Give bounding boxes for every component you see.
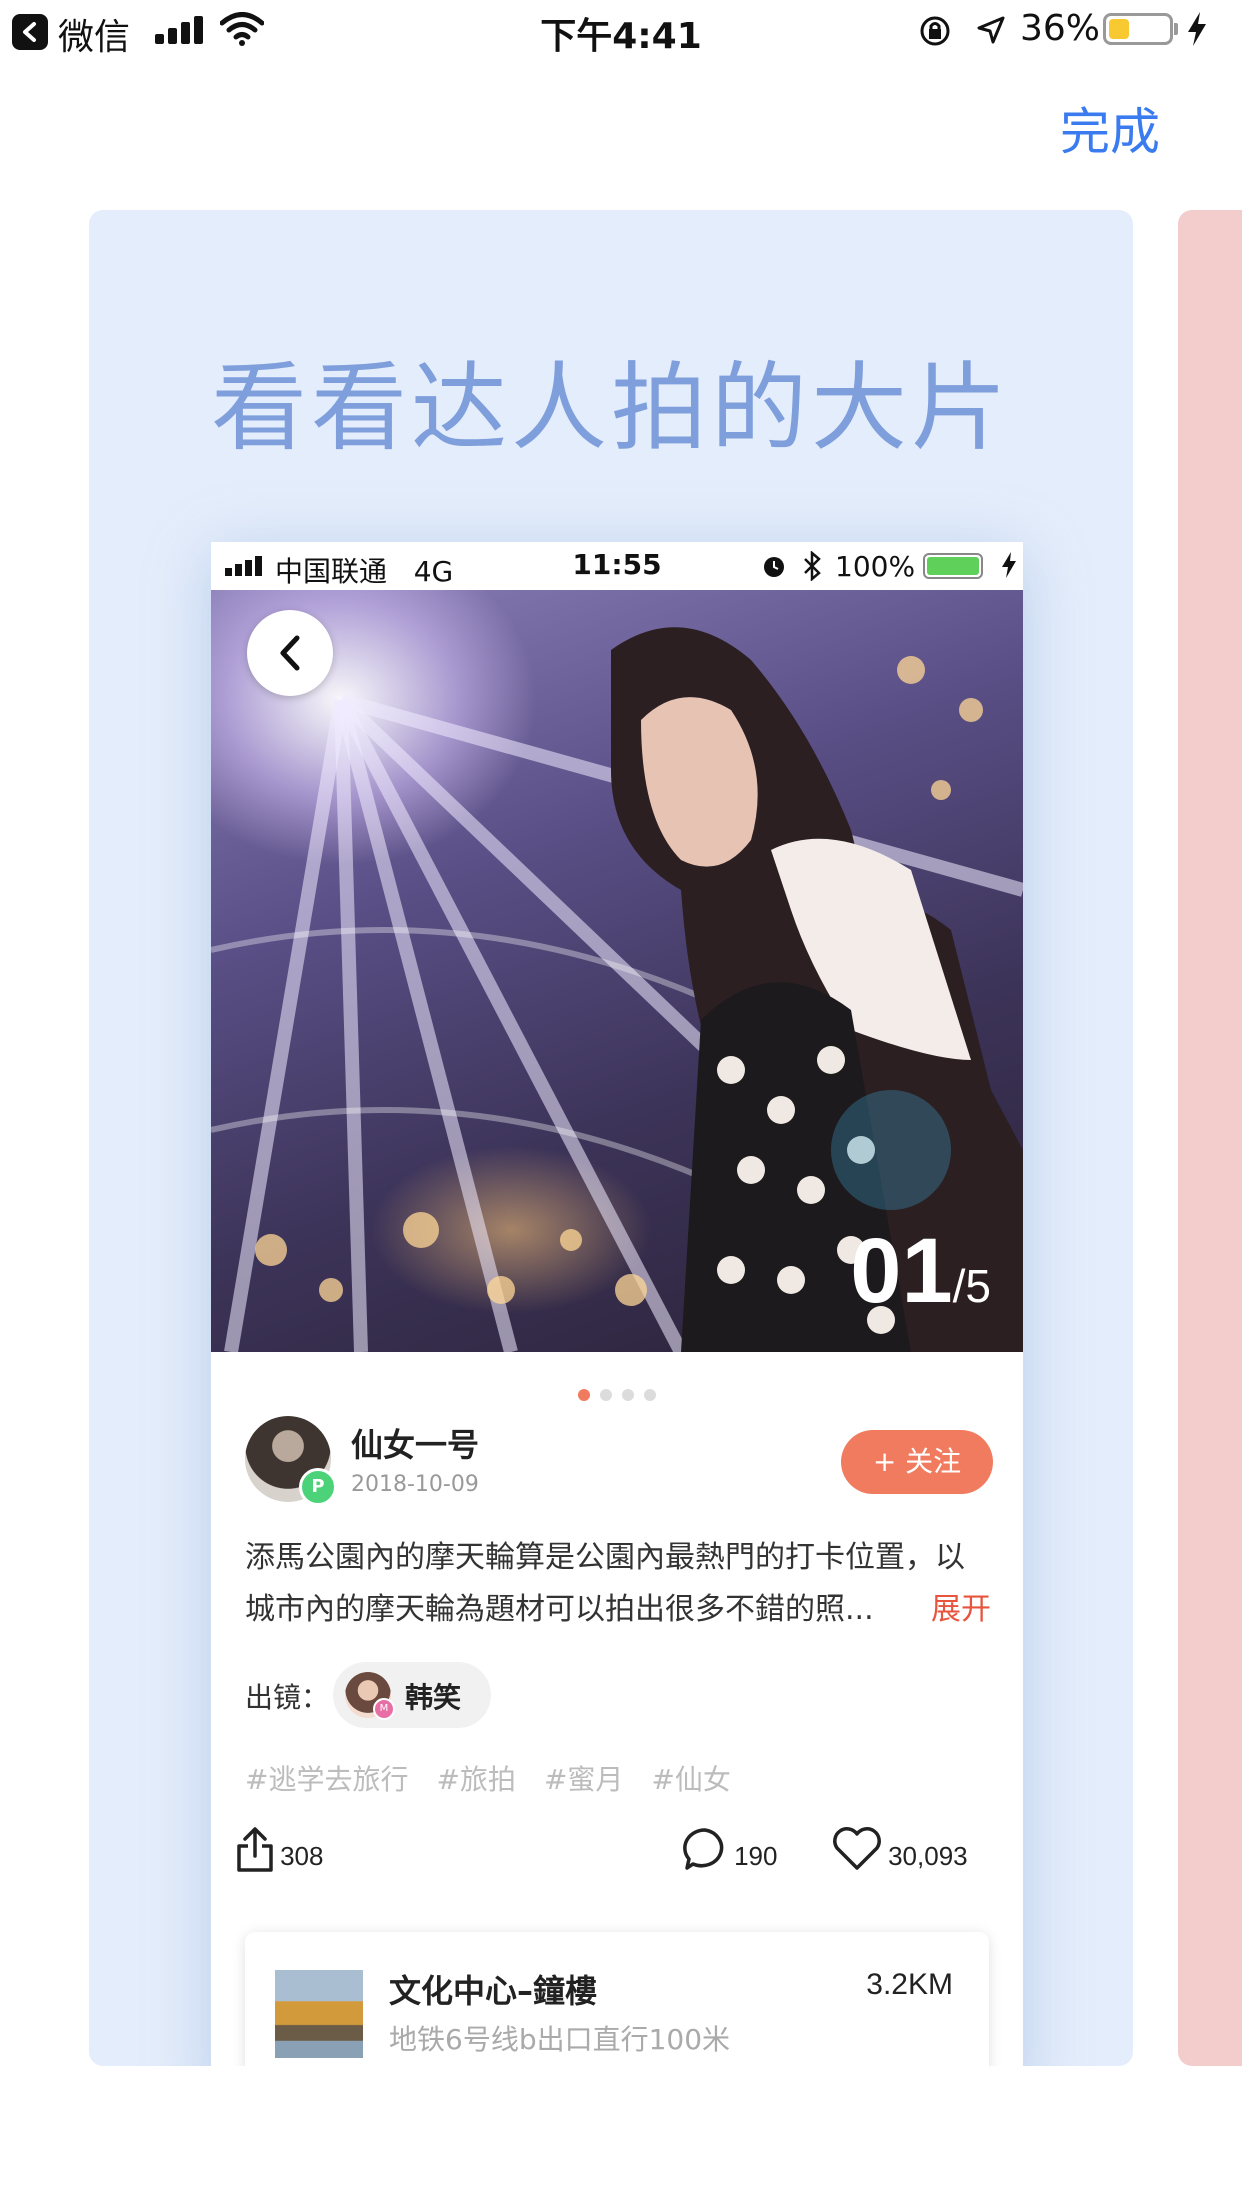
phone-battery-icon: [923, 553, 983, 579]
author-avatar[interactable]: P: [245, 1416, 337, 1506]
post-date: 2018-10-09: [351, 1472, 479, 1497]
post-photo[interactable]: 01/5: [211, 590, 1023, 1352]
charging-bolt-icon: [1188, 12, 1206, 46]
author-badge: P: [299, 1468, 337, 1506]
status-bar: 微信 下午4:41 36%: [0, 0, 1242, 62]
appearance-label: 出镜：: [245, 1681, 330, 1714]
phone-charging-icon: [1002, 552, 1016, 578]
expand-link[interactable]: 展开: [931, 1584, 991, 1636]
phone-mockup: 中国联通 4G 11:55 100% 01/5 P 仙女一号 2018-10-0…: [211, 542, 1023, 2066]
location-arrow-icon: [977, 16, 1005, 44]
model-avatar: M: [345, 1672, 395, 1720]
phone-battery-percent: 100%: [835, 550, 916, 583]
like-action[interactable]: 30,093: [831, 1826, 968, 1872]
share-action[interactable]: 308: [235, 1826, 323, 1872]
tag-list: #逃学去旅行 #旅拍 #蜜月 #仙女: [245, 1758, 759, 1798]
location-subtitle: 地铁6号线b出口直行100米: [389, 2023, 731, 2056]
promo-headline: 看看达人拍的大片: [211, 352, 1011, 464]
photo-counter-current: 01: [850, 1220, 953, 1322]
pagination-dot[interactable]: [600, 1389, 612, 1401]
pagination-dot[interactable]: [644, 1389, 656, 1401]
battery-tip: [1174, 23, 1178, 35]
location-thumbnail: [275, 1970, 363, 2058]
tag-item[interactable]: #旅拍: [436, 1763, 515, 1796]
comment-action[interactable]: 190: [681, 1826, 777, 1872]
photo-counter-total: /5: [952, 1260, 991, 1312]
tag-item[interactable]: #仙女: [651, 1763, 730, 1796]
rotation-lock-icon: [920, 16, 950, 46]
model-chip[interactable]: M 韩笑: [333, 1662, 491, 1728]
alarm-icon: [764, 557, 784, 577]
author-name[interactable]: 仙女一号: [351, 1420, 479, 1466]
chevron-left-icon: [280, 635, 300, 671]
pagination-dots[interactable]: [211, 1386, 1023, 1405]
pagination-dot[interactable]: [622, 1389, 634, 1401]
tag-item[interactable]: #逃学去旅行: [245, 1763, 408, 1796]
share-count: 308: [280, 1841, 324, 1871]
location-card[interactable]: 文化中心–鐘樓 地铁6号线b出口直行100米 3.2KM: [245, 1932, 989, 2066]
follow-button[interactable]: + 关注: [841, 1430, 993, 1494]
photo-counter: 01/5: [850, 1219, 991, 1324]
next-card-peek[interactable]: [1178, 210, 1242, 2066]
model-name: 韩笑: [405, 1681, 462, 1714]
done-button[interactable]: 完成: [1060, 92, 1160, 164]
like-count: 30,093: [888, 1841, 968, 1871]
post-description: 添馬公園內的摩天輪算是公園內最熱門的打卡位置，以城市內的摩天輪為題材可以拍出很多…: [245, 1540, 965, 1627]
photo-back-button[interactable]: [247, 610, 333, 696]
location-title: 文化中心–鐘樓: [389, 1972, 598, 2010]
model-badge: M: [373, 1698, 395, 1720]
comment-icon: [683, 1828, 724, 1870]
comment-count: 190: [734, 1841, 778, 1871]
battery-icon: [1103, 13, 1173, 45]
pagination-dot[interactable]: [578, 1389, 590, 1401]
location-distance: 3.2KM: [866, 1968, 953, 2001]
heart-icon: [833, 1827, 881, 1870]
bluetooth-icon: [804, 551, 821, 581]
share-icon: [237, 1827, 273, 1872]
phone-status-bar: 中国联通 4G 11:55 100%: [211, 542, 1023, 590]
tag-item[interactable]: #蜜月: [544, 1763, 623, 1796]
battery-percent: 36%: [1020, 8, 1101, 49]
promo-card: 看看达人拍的大片 中国联通 4G 11:55 100% 01/5 P 仙女一号 …: [89, 210, 1133, 2066]
